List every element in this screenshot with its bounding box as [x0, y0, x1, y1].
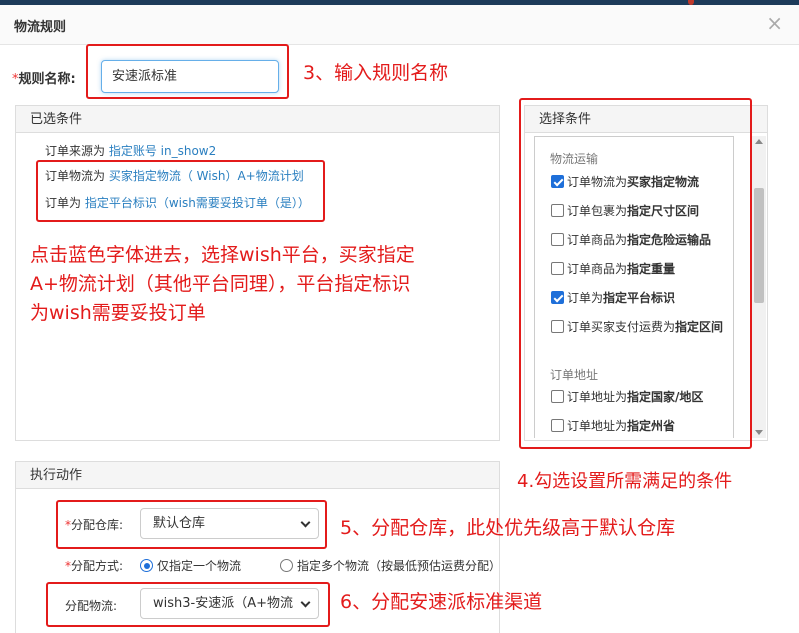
conditions-list[interactable]: 物流运输 订单物流为买家指定物流 订单包裹为指定尺寸区间 订单商品为指定危险运输… [534, 136, 734, 438]
option-bold: 指定危险运输品 [627, 233, 712, 247]
modal-title: 物流规则 [14, 20, 67, 35]
warehouse-select[interactable]: 默认仓库 [140, 508, 319, 539]
annotation-step3: 3、输入规则名称 [303, 62, 449, 84]
checkbox-checked[interactable] [551, 291, 564, 304]
conditions-scrollbar[interactable] [752, 136, 766, 438]
warehouse-label-text: 分配仓库: [71, 518, 124, 532]
radio-selected[interactable] [140, 559, 153, 572]
option-bold: 指定平台标识 [603, 291, 676, 305]
annotation-step5: 5、分配仓库，此处优先级高于默认仓库 [340, 517, 676, 539]
annotation-instructions-line3: 为wish需要妥投订单 [30, 302, 206, 324]
logistics-label: 分配物流: [65, 599, 118, 613]
option-text: 订单商品为 [567, 233, 628, 247]
option-country[interactable]: 订单地址为指定国家/地区 [551, 388, 731, 406]
option-platform-flag[interactable]: 订单为指定平台标识 [551, 289, 731, 307]
modal-header: 物流规则 × [0, 5, 799, 45]
rule-name-label: *规则名称: [12, 68, 76, 87]
condition-prefix: 订单物流为 [45, 169, 106, 183]
condition-line-platform: 订单为 指定平台标识（wish需要妥投订单（是）） [45, 194, 310, 211]
selected-conditions-header: 已选条件 [16, 106, 499, 133]
option-bold: 买家指定物流 [627, 175, 700, 189]
option-package-size[interactable]: 订单包裹为指定尺寸区间 [551, 202, 731, 220]
close-icon[interactable]: × [766, 13, 783, 33]
checkbox[interactable] [551, 262, 564, 275]
option-text: 订单商品为 [567, 262, 628, 276]
condition-prefix: 订单来源为 [45, 144, 106, 158]
option-text: 订单地址为 [567, 390, 628, 404]
option-text: 订单包裹为 [567, 204, 628, 218]
option-text: 订单地址为 [567, 419, 628, 433]
checkbox[interactable] [551, 233, 564, 246]
checkbox[interactable] [551, 320, 564, 333]
chevron-down-icon [300, 517, 311, 528]
method-option-single[interactable]: 仅指定一个物流 [140, 557, 241, 574]
condition-link-platform[interactable]: 指定平台标识（wish需要妥投订单（是）） [85, 196, 310, 210]
option-weight[interactable]: 订单商品为指定重量 [551, 260, 731, 278]
checkbox[interactable] [551, 419, 564, 432]
scroll-up-icon[interactable] [755, 139, 763, 144]
method-option-label: 指定多个物流（按最低预估运费分配） [297, 559, 502, 573]
checkbox[interactable] [551, 204, 564, 217]
scroll-down-icon[interactable] [755, 430, 763, 435]
logistics-select[interactable]: wish3-安速派（A+物流 [140, 588, 319, 619]
option-dangerous-goods[interactable]: 订单商品为指定危险运输品 [551, 231, 731, 249]
option-text: 订单物流为 [567, 175, 628, 189]
option-text: 订单买家支付运费为 [567, 320, 676, 334]
rule-name-label-text: 规则名称: [18, 72, 76, 87]
option-bold: 指定州省 [627, 419, 676, 433]
group-title-address: 订单地址 [550, 368, 599, 382]
annotation-step6: 6、分配安速派标准渠道 [340, 591, 543, 613]
method-label: *分配方式: [65, 557, 123, 574]
condition-link-account[interactable]: 指定账号 in_show2 [109, 144, 216, 158]
method-option-multiple[interactable]: 指定多个物流（按最低预估运费分配） [280, 557, 501, 574]
rule-name-input[interactable]: 安速派标准 [101, 60, 279, 93]
option-buyer-logistics[interactable]: 订单物流为买家指定物流 [551, 173, 731, 191]
logistics-value: wish3-安速派（A+物流 [153, 596, 294, 611]
option-bold: 指定尺寸区间 [627, 204, 700, 218]
condition-line-logistics: 订单物流为 买家指定物流（ Wish）A+物流计划 [45, 167, 304, 184]
warehouse-label: *分配仓库: [65, 516, 123, 533]
method-option-label: 仅指定一个物流 [157, 559, 242, 573]
radio[interactable] [280, 559, 293, 572]
scroll-thumb[interactable] [754, 188, 764, 303]
option-state[interactable]: 订单地址为指定州省 [551, 417, 731, 435]
option-bold: 指定区间 [675, 320, 724, 334]
select-conditions-header: 选择条件 [525, 106, 767, 133]
annotation-instructions-line1: 点击蓝色字体进去，选择wish平台，买家指定 [30, 244, 415, 266]
condition-link-logistics[interactable]: 买家指定物流（ Wish）A+物流计划 [109, 169, 304, 183]
checkbox[interactable] [551, 390, 564, 403]
actions-header: 执行动作 [16, 462, 499, 489]
group-title-logistics: 物流运输 [550, 152, 599, 166]
checkbox-checked[interactable] [551, 175, 564, 188]
option-bold: 指定重量 [627, 262, 676, 276]
annotation-instructions-line2: A+物流计划（其他平台同理），平台指定标识 [30, 273, 411, 295]
warehouse-value: 默认仓库 [153, 516, 206, 531]
method-label-text: 分配方式: [71, 559, 124, 573]
chevron-down-icon [300, 597, 311, 608]
condition-line-source: 订单来源为 指定账号 in_show2 [45, 142, 216, 159]
condition-prefix: 订单为 [45, 196, 82, 210]
option-shipping-fee-range[interactable]: 订单买家支付运费为指定区间 [551, 318, 731, 336]
annotation-step4: 4.勾选设置所需满足的条件 [517, 471, 733, 492]
option-bold: 指定国家/地区 [627, 390, 704, 404]
option-text: 订单为 [567, 291, 604, 305]
